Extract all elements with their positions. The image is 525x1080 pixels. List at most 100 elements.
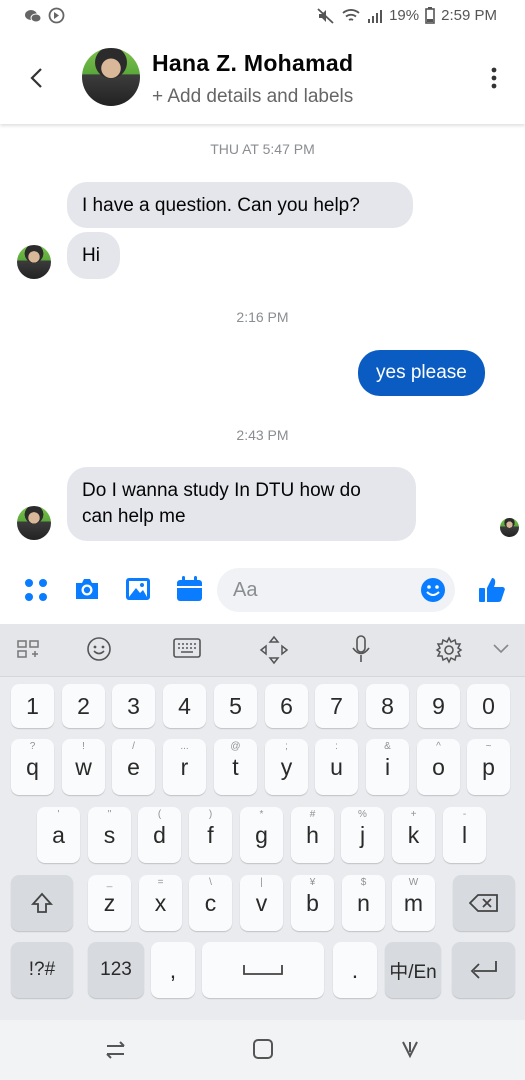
key-label: 0	[482, 692, 495, 719]
symbols-key[interactable]: !?#	[11, 942, 73, 998]
incoming-message[interactable]: Hi	[67, 232, 120, 279]
outgoing-message[interactable]: yes please	[358, 350, 485, 396]
key-2[interactable]: 2	[62, 684, 105, 728]
mute-icon	[317, 7, 334, 24]
key-label: 1	[26, 692, 39, 719]
key-label: y	[280, 753, 293, 780]
key-5[interactable]: 5	[214, 684, 257, 728]
key-label: 9	[432, 692, 445, 719]
contact-avatar[interactable]	[82, 48, 140, 106]
key-hint: +	[410, 809, 417, 820]
key-i[interactable]: & i	[366, 739, 409, 795]
key-a[interactable]: ' a	[37, 807, 80, 863]
status-bar: 19% 2:59 PM	[0, 0, 525, 34]
like-icon[interactable]	[478, 576, 506, 604]
period-key[interactable]: .	[333, 942, 377, 998]
key-hint: :	[335, 741, 338, 752]
key-v[interactable]: | v	[240, 875, 283, 931]
key-label: l	[461, 821, 468, 848]
key-1[interactable]: 1	[11, 684, 54, 728]
key-j[interactable]: % j	[341, 807, 384, 863]
key-c[interactable]: \ c	[189, 875, 232, 931]
key-6[interactable]: 6	[265, 684, 308, 728]
backspace-key[interactable]	[453, 875, 515, 931]
shift-key[interactable]	[11, 875, 73, 931]
gallery-icon[interactable]	[125, 577, 151, 601]
key-8[interactable]: 8	[366, 684, 409, 728]
key-l[interactable]: -l	[443, 807, 486, 863]
incoming-message[interactable]: Do I wanna study In DTU how do can help …	[67, 467, 416, 541]
key-n[interactable]: $ n	[342, 875, 385, 931]
key-label: !?#	[28, 959, 56, 980]
message-line: Do I wanna study In DTU how do	[82, 480, 361, 501]
more-apps-icon[interactable]	[24, 578, 48, 602]
key-z[interactable]: _ z	[88, 875, 131, 931]
numeric-key[interactable]: 123	[88, 942, 144, 998]
key-m[interactable]: Wm	[392, 875, 435, 931]
key-label: 中/En	[389, 961, 437, 983]
key-4[interactable]: 4	[163, 684, 206, 728]
battery-percent: 19%	[389, 7, 420, 24]
message-input[interactable]: Aa	[217, 568, 455, 612]
key-3[interactable]: 3	[112, 684, 155, 728]
camera-icon[interactable]	[73, 577, 101, 601]
key-e[interactable]: / e	[112, 739, 155, 795]
space-key[interactable]	[202, 942, 324, 998]
back-arrow-icon[interactable]	[28, 66, 44, 90]
key-label: x	[154, 889, 167, 916]
key-label: d	[153, 821, 166, 848]
key-hint: '	[57, 809, 60, 820]
key-9[interactable]: 9	[417, 684, 460, 728]
key-p[interactable]: ~ p	[467, 739, 510, 795]
key-label: p	[482, 753, 495, 780]
key-7[interactable]: 7	[315, 684, 358, 728]
key-label: 5	[229, 692, 242, 719]
key-d[interactable]: (d	[138, 807, 181, 863]
key-label: k	[407, 821, 420, 848]
key-hint: &	[384, 741, 391, 752]
incoming-message[interactable]: I have a question. Can you help?	[67, 182, 413, 228]
key-label: a	[52, 821, 65, 848]
key-x[interactable]: = x	[139, 875, 182, 931]
key-g[interactable]: * g	[240, 807, 283, 863]
key-w[interactable]: ! w	[62, 739, 105, 795]
key-b[interactable]: ¥ b	[291, 875, 334, 931]
recent-apps-icon[interactable]	[104, 1038, 128, 1060]
key-y[interactable]: ; y	[265, 739, 308, 795]
key-hint: )	[208, 809, 213, 820]
key-hint: !	[82, 741, 85, 752]
key-0[interactable]: 0	[467, 684, 510, 728]
comma-key[interactable]: ,	[151, 942, 195, 998]
emoji-icon[interactable]	[420, 577, 446, 603]
key-h[interactable]: # h	[291, 807, 334, 863]
key-label: w	[75, 753, 92, 780]
key-o[interactable]: ^ o	[417, 739, 460, 795]
battery-icon	[425, 7, 435, 24]
key-label: 6	[280, 692, 293, 719]
calendar-icon[interactable]	[176, 576, 203, 602]
enter-key[interactable]	[452, 942, 515, 998]
key-label: s	[103, 821, 116, 848]
add-details-link[interactable]: + Add details and labels	[152, 86, 353, 108]
enter-icon	[470, 961, 497, 979]
key-q[interactable]: ? q	[11, 739, 54, 795]
key-label: 4	[178, 692, 191, 719]
key-f[interactable]: ) f	[189, 807, 232, 863]
key-label: u	[330, 753, 343, 780]
key-u[interactable]: :u	[315, 739, 358, 795]
key-label: n	[357, 889, 370, 916]
home-icon[interactable]	[252, 1038, 274, 1060]
input-placeholder: Aa	[233, 579, 258, 601]
back-nav-icon[interactable]	[399, 1038, 421, 1060]
key-label: f	[207, 821, 214, 848]
key-hint: (	[157, 809, 162, 820]
space-bar-icon	[243, 965, 283, 975]
key-k[interactable]: + k	[392, 807, 435, 863]
key-label: o	[432, 753, 445, 780]
more-options-icon[interactable]	[491, 67, 497, 89]
contact-name[interactable]: Hana Z. Mohamad	[152, 50, 353, 77]
key-t[interactable]: @ t	[214, 739, 257, 795]
key-r[interactable]: ... r	[163, 739, 206, 795]
language-switch-key[interactable]: 中/En	[385, 942, 441, 998]
key-s[interactable]: " s	[88, 807, 131, 863]
